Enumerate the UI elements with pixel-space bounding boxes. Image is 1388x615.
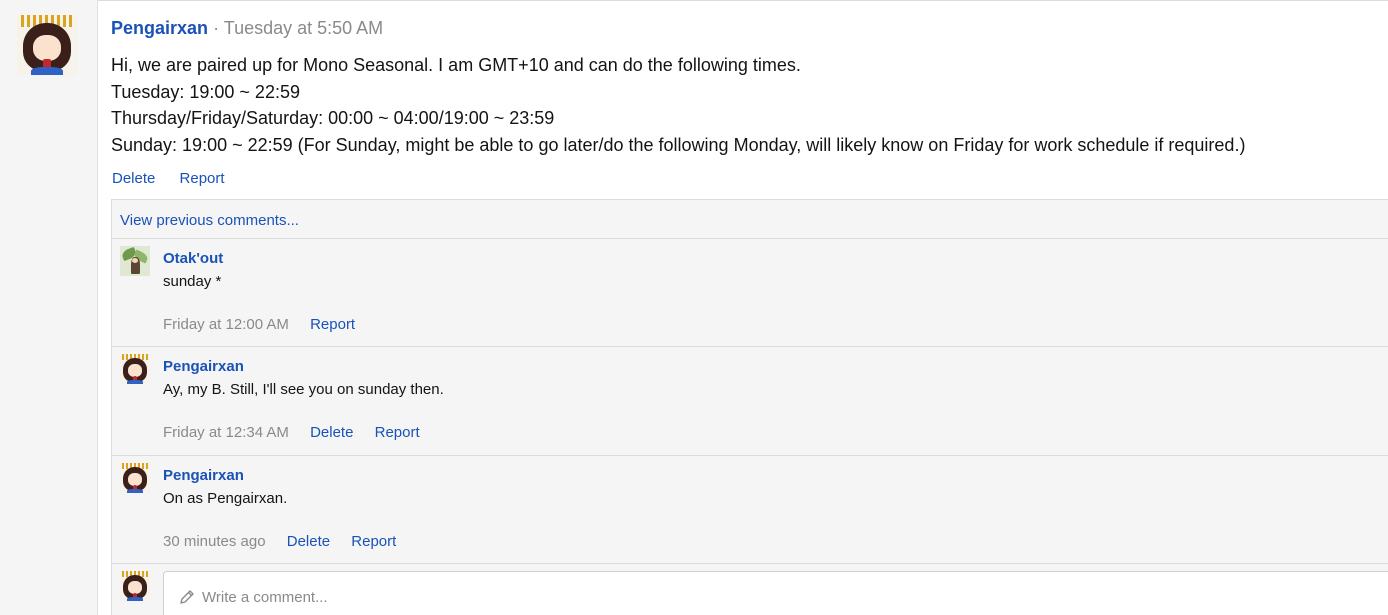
post-header: Pengairxan · Tuesday at 5:50 AM — [111, 18, 383, 39]
post-author-name[interactable]: Pengairxan — [111, 18, 208, 38]
left-gutter — [0, 0, 98, 615]
comment-item: Otak'out sunday * Friday at 12:00 AM Rep… — [112, 238, 1388, 346]
post-line: Sunday: 19:00 ~ 22:59 (For Sunday, might… — [111, 134, 1246, 155]
comment-text: sunday * — [163, 273, 222, 290]
comment-input[interactable]: Write a comment... — [163, 571, 1388, 615]
comment-delete-link[interactable]: Delete — [310, 424, 353, 441]
comment-report-link[interactable]: Report — [351, 533, 396, 550]
post-delete-link[interactable]: Delete — [112, 170, 155, 187]
comments-panel: View previous comments... Otak'out sunda… — [111, 199, 1388, 615]
comment-time[interactable]: Friday at 12:34 AM — [163, 424, 289, 441]
comment-meta: Friday at 12:00 AM Report — [163, 316, 372, 333]
post-actions: Delete Report — [112, 170, 245, 187]
top-border — [0, 0, 1388, 1]
comment-author-name[interactable]: Otak'out — [163, 250, 223, 267]
comment-meta: 30 minutes ago Delete Report — [163, 533, 413, 550]
comment-time[interactable]: 30 minutes ago — [163, 533, 266, 550]
comment-author-avatar[interactable] — [120, 463, 150, 493]
comment-delete-link[interactable]: Delete — [287, 533, 330, 550]
comment-input-placeholder: Write a comment... — [202, 589, 328, 606]
post-body: Hi, we are paired up for Mono Seasonal. … — [111, 52, 1245, 158]
comment-author-avatar[interactable] — [120, 246, 150, 276]
comment-meta: Friday at 12:34 AM Delete Report — [163, 424, 437, 441]
current-user-avatar — [120, 571, 150, 601]
comment-author-name[interactable]: Pengairxan — [163, 467, 244, 484]
comment-report-link[interactable]: Report — [375, 424, 420, 441]
view-previous-comments-link[interactable]: View previous comments... — [120, 212, 299, 229]
comment-report-link[interactable]: Report — [310, 316, 355, 333]
post-separator: · — [213, 18, 220, 38]
comment-author-name[interactable]: Pengairxan — [163, 358, 244, 375]
comment-time[interactable]: Friday at 12:00 AM — [163, 316, 289, 333]
post-line: Hi, we are paired up for Mono Seasonal. … — [111, 55, 801, 75]
pencil-icon — [178, 588, 196, 606]
post-report-link[interactable]: Report — [180, 170, 225, 187]
post-line: Thursday/Friday/Saturday: 00:00 ~ 04:00/… — [111, 108, 555, 128]
post-time[interactable]: Tuesday at 5:50 AM — [224, 18, 383, 38]
comment-author-avatar[interactable] — [120, 354, 150, 384]
comment-item: Pengairxan On as Pengairxan. 30 minutes … — [112, 455, 1388, 563]
comment-text: On as Pengairxan. — [163, 490, 288, 507]
comment-text: Ay, my B. Still, I'll see you on sunday … — [163, 381, 444, 398]
post-author-avatar[interactable] — [17, 15, 77, 75]
comment-item: Pengairxan Ay, my B. Still, I'll see you… — [112, 346, 1388, 455]
post-line: Tuesday: 19:00 ~ 22:59 — [111, 81, 300, 102]
comment-composer: Write a comment... — [112, 563, 1388, 615]
